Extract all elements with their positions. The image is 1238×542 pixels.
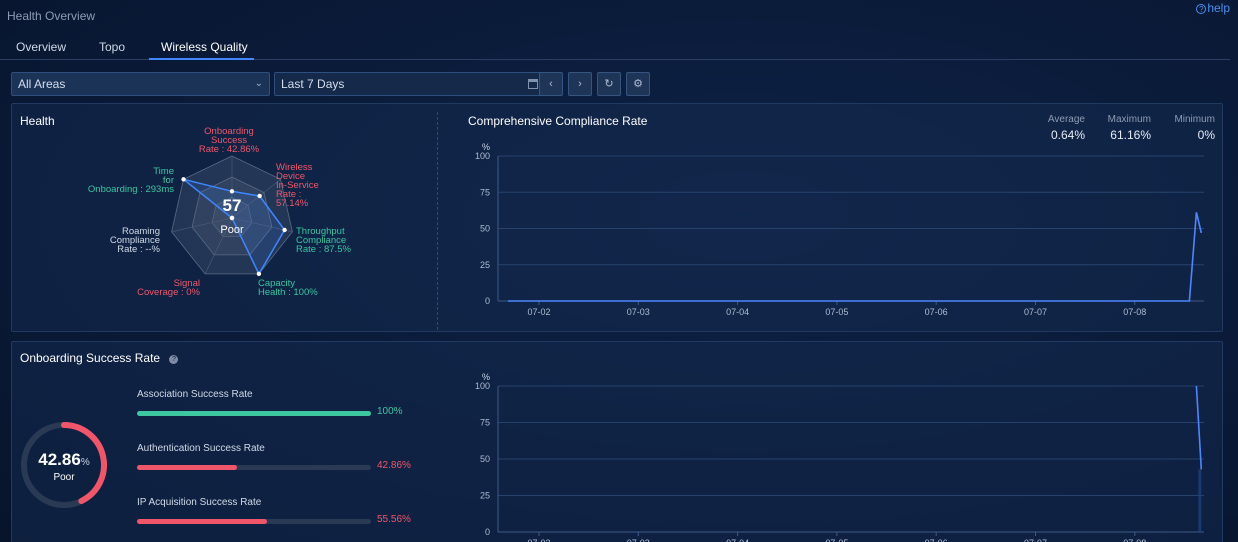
refresh-icon: ↻ <box>604 78 614 90</box>
health-score: 57 <box>222 196 242 215</box>
progress-fill <box>137 519 267 524</box>
health-title: Health <box>20 114 55 128</box>
x-tick-label: 07-06 <box>925 538 948 542</box>
compliance-title: Comprehensive Compliance Rate <box>468 114 648 128</box>
x-tick-label: 07-03 <box>627 307 650 317</box>
association-rate: Association Success Rate 100% <box>137 389 403 417</box>
metric-throughput: Throughput Compliance Rate : 87.5% <box>296 226 351 255</box>
tab-topo[interactable]: Topo <box>99 40 125 54</box>
metric-signal: Signal Coverage : 0% <box>137 278 200 298</box>
gauge-status: Poor <box>53 472 75 483</box>
y-tick-label: 100 <box>475 151 490 161</box>
progress-track <box>137 411 371 416</box>
x-tick-label: 07-04 <box>726 538 749 542</box>
ip-acquisition-rate: IP Acquisition Success Rate 55.56% <box>137 497 411 525</box>
metric-capacity: Capacity Health : 100% <box>258 278 318 298</box>
gear-icon: ⚙ <box>633 78 643 90</box>
chevron-down-icon: ⌄ <box>254 78 263 89</box>
progress-track <box>137 465 371 470</box>
y-tick-label: 50 <box>480 224 490 234</box>
progress-track <box>137 519 371 524</box>
chevron-right-icon: › <box>578 78 582 90</box>
x-tick-label: 07-08 <box>1123 307 1146 317</box>
radar-point <box>282 227 287 233</box>
x-tick-label: 07-05 <box>825 538 848 542</box>
compliance-line-chart: %025507510007-02 07-03 07-04 07-05 07-06 07-0… <box>475 142 1204 317</box>
help-icon: ? <box>1196 4 1207 14</box>
series-line <box>1195 385 1203 470</box>
chevron-left-icon: ‹ <box>549 78 553 90</box>
x-tick-label: 07-03 <box>627 538 650 542</box>
metric-roaming: Roaming Compliance Rate : --% <box>109 226 160 255</box>
x-tick-label: 07-05 <box>825 307 848 317</box>
x-tick-label: 07-06 <box>925 307 948 317</box>
authentication-rate: Authentication Success Rate 42.86% <box>137 443 411 471</box>
progress-fill <box>137 411 371 416</box>
x-tick-label: 07-07 <box>1024 307 1047 317</box>
progress-fill <box>137 465 238 470</box>
tab-overview[interactable]: Overview <box>16 40 66 54</box>
tab-bar: Overview Topo Wireless Quality <box>0 36 1230 60</box>
date-range-picker[interactable]: Last 7 Days <box>274 72 545 96</box>
radar-point <box>257 193 262 199</box>
series-line <box>508 212 1203 302</box>
calendar-icon <box>528 79 538 89</box>
radar-point <box>229 189 235 194</box>
y-tick-label: 25 <box>480 491 490 501</box>
x-tick-label: 07-04 <box>726 307 749 317</box>
data-bar <box>1198 469 1202 532</box>
settings-button[interactable]: ⚙ <box>626 72 650 96</box>
x-tick-label: 07-08 <box>1123 538 1146 542</box>
radar-point <box>256 271 262 277</box>
x-tick-label: 07-07 <box>1024 538 1047 542</box>
y-tick-label: 0 <box>485 296 490 306</box>
top-bar: Health Overview ? help <box>0 0 1238 30</box>
next-button[interactable]: › <box>568 72 592 96</box>
refresh-button[interactable]: ↻ <box>597 72 621 96</box>
radar-point <box>181 177 186 182</box>
y-tick-label: 50 <box>480 454 490 464</box>
area-select[interactable]: All Areas ⌄ <box>11 72 270 96</box>
y-tick-label: 75 <box>480 418 490 428</box>
onboarding-line-chart: %025507510007-0207-0307-0407-0507-0607-0… <box>475 372 1204 542</box>
y-tick-label: 75 <box>480 187 490 197</box>
onboarding-title: Onboarding Success Rate ? <box>20 351 179 365</box>
y-tick-label: 0 <box>485 527 490 537</box>
info-icon[interactable]: ? <box>169 355 179 364</box>
metric-time-onboarding: Time for Onboarding : 293ms <box>87 166 174 195</box>
y-tick-label: 25 <box>480 260 490 270</box>
y-tick-label: 100 <box>475 381 490 391</box>
metric-onboarding-success: Onboarding Success Rate : 42.86% <box>198 126 260 155</box>
filter-bar: All Areas ⌄ Last 7 Days ‹ › ↻ ⚙ <box>11 72 1231 96</box>
gauge-value: 42.86% <box>38 450 90 469</box>
tab-wireless-quality[interactable]: Wireless Quality <box>161 40 248 54</box>
help-link[interactable]: ? help <box>1196 1 1230 15</box>
prev-button[interactable]: ‹ <box>539 72 563 96</box>
panel-divider <box>437 112 438 330</box>
x-tick-label: 07-02 <box>527 538 550 542</box>
x-tick-label: 07-02 <box>527 307 550 317</box>
health-status: Poor <box>220 224 244 236</box>
page-title: Health Overview <box>7 9 96 23</box>
active-tab-indicator <box>149 58 254 60</box>
radar-point <box>229 215 235 221</box>
metric-wireless-inservice: Wireless Device In-Service Rate : 57.14% <box>276 162 319 209</box>
